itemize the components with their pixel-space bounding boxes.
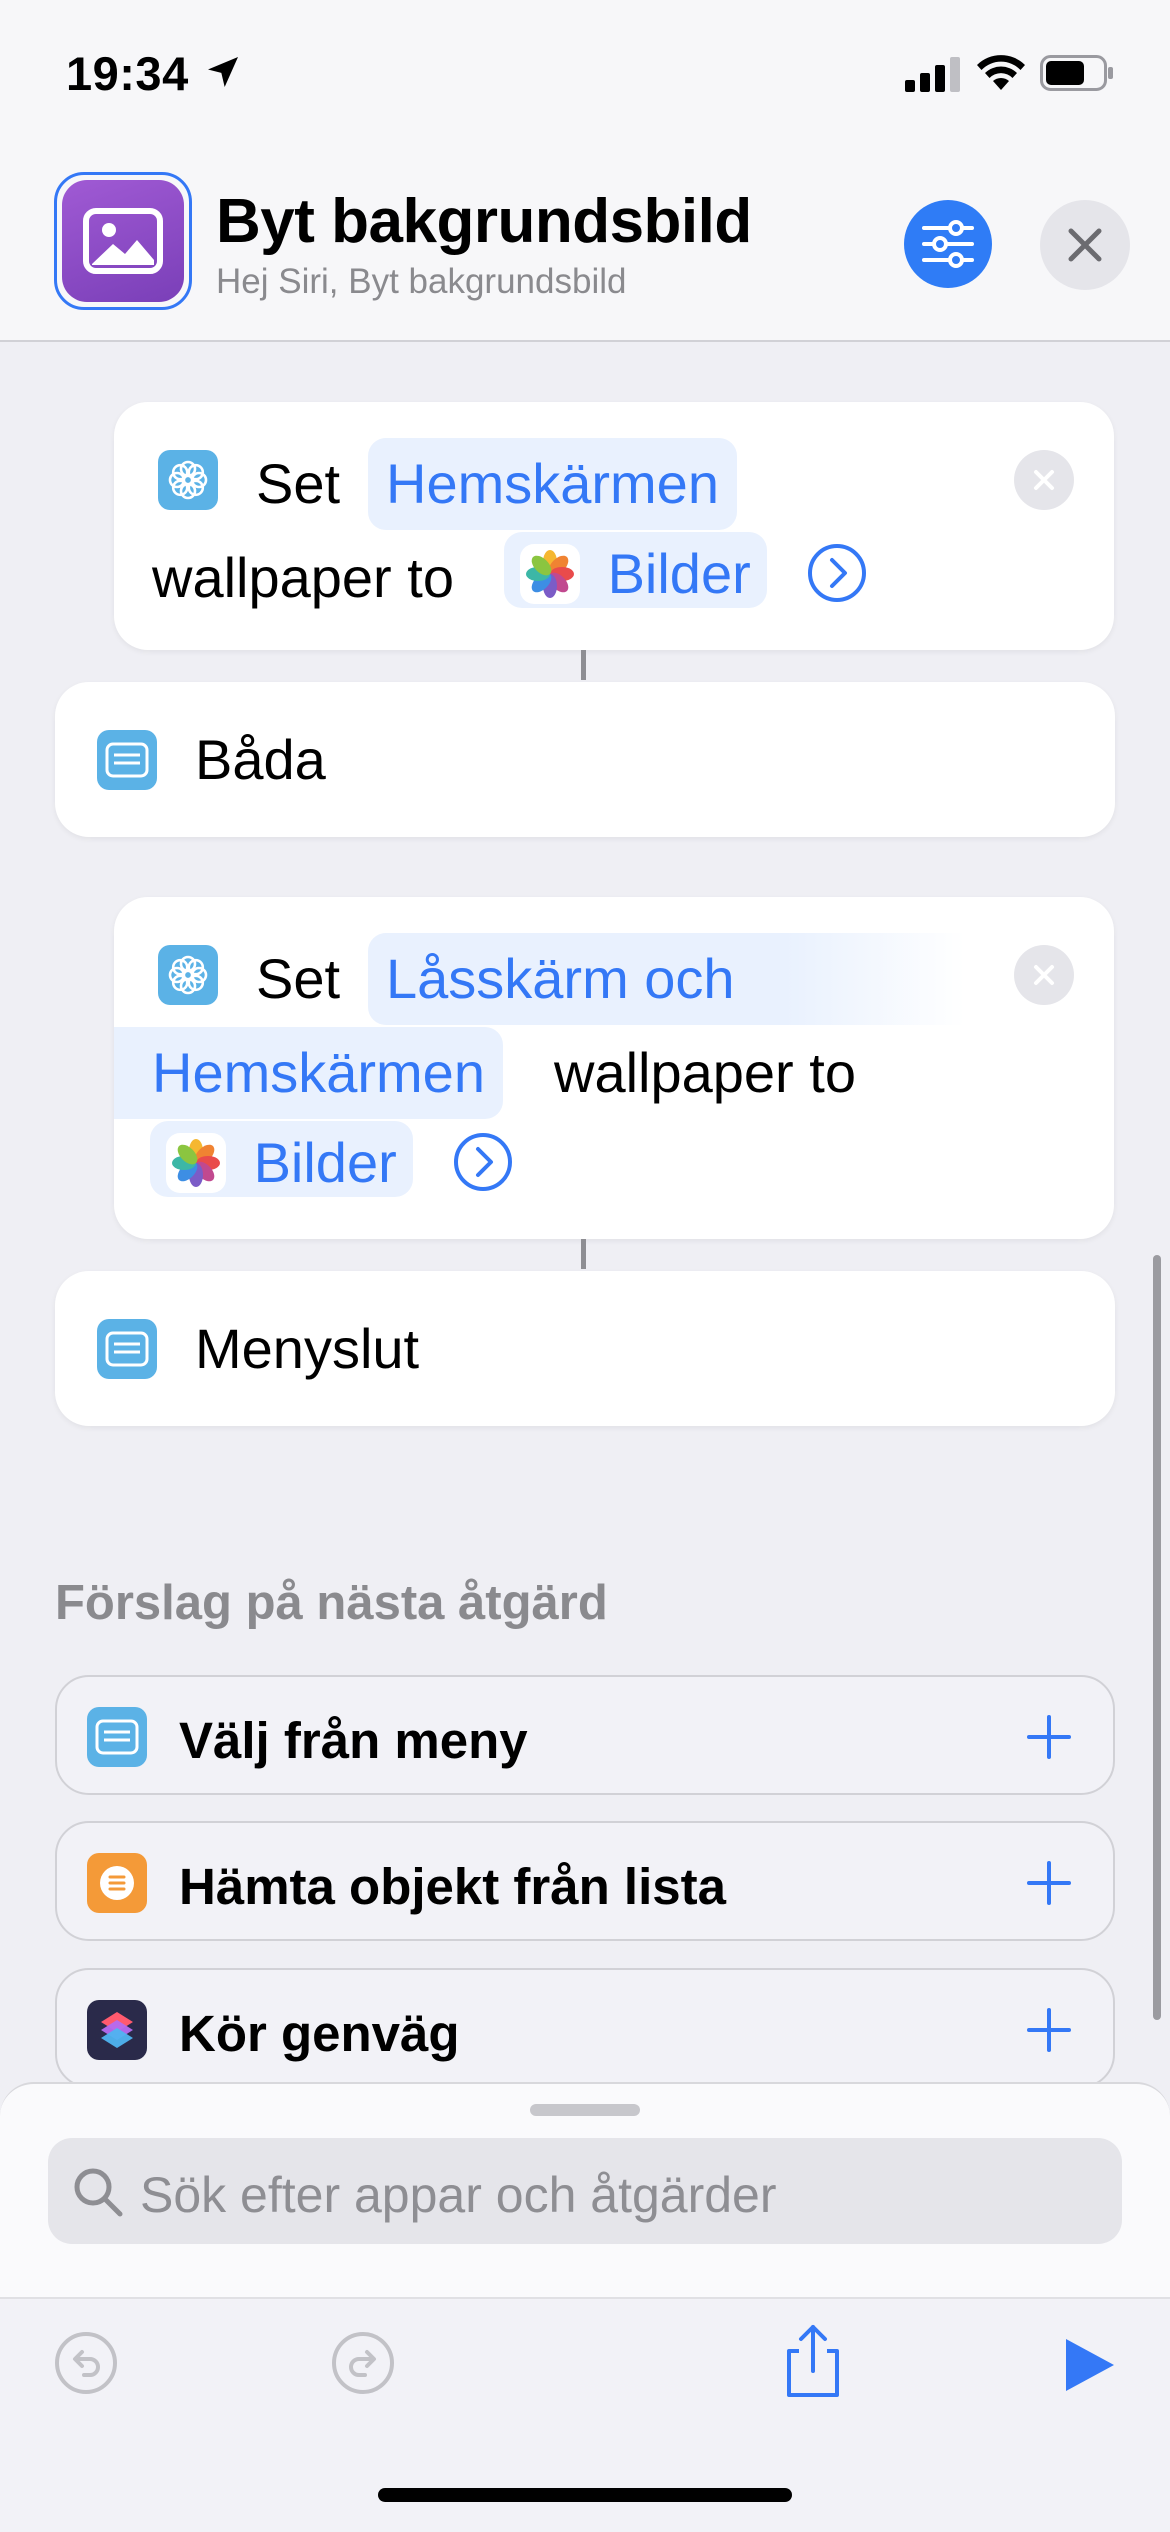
suggestion-label: Välj från meny [179, 1712, 528, 1769]
menu-item-label: Båda [195, 728, 326, 791]
scrollbar[interactable] [1153, 1255, 1161, 2020]
close-icon [1068, 228, 1102, 262]
sheet-grabber[interactable] [530, 2104, 640, 2116]
action-connector [581, 650, 586, 680]
set-wallpaper-action-2[interactable]: Set Låsskärm och Hemskärmen wallpaper to [114, 897, 1114, 1239]
location-value: Hemskärmen [386, 452, 719, 515]
shortcut-icon-button[interactable] [54, 172, 192, 310]
search-icon [74, 2168, 123, 2217]
sliders-icon [922, 220, 974, 268]
chevron-right-circle-icon[interactable] [806, 542, 868, 604]
plus-icon[interactable] [1019, 1707, 1079, 1767]
wallpaper-to-label: wallpaper to [152, 546, 454, 609]
suggestion-get-item-from-list[interactable]: Hämta objekt från lista [55, 1821, 1115, 1941]
status-time: 19:34 [66, 47, 189, 100]
photos-parameter[interactable]: Bilder [150, 1121, 413, 1197]
suggestion-choose-from-menu[interactable]: Välj från meny [55, 1675, 1115, 1795]
action-connector [581, 1239, 586, 1269]
search-placeholder: Sök efter appar och åtgärder [140, 2167, 777, 2223]
suggestion-run-shortcut[interactable]: Kör genväg [55, 1968, 1115, 2088]
redo-icon[interactable] [331, 2331, 395, 2395]
location-parameter[interactable]: Hemskärmen [368, 438, 737, 530]
remove-action-button[interactable] [1014, 450, 1074, 510]
menu-icon [97, 730, 157, 790]
suggestion-label: Kör genväg [179, 2005, 460, 2062]
battery-icon [1040, 55, 1113, 91]
search-input[interactable]: Sök efter appar och åtgärder [48, 2138, 1122, 2244]
close-icon [1034, 965, 1054, 985]
suggestions-heading: Förslag på nästa åtgärd [55, 1576, 608, 1630]
remove-action-button[interactable] [1014, 945, 1074, 1005]
action-search-sheet: Sök efter appar och åtgärder [0, 2082, 1170, 2297]
plus-icon[interactable] [1019, 1853, 1079, 1913]
menu-end[interactable]: Menyslut [55, 1271, 1115, 1426]
settings-button[interactable] [904, 200, 992, 288]
chevron-right-circle-icon[interactable] [452, 1131, 514, 1193]
undo-icon[interactable] [54, 2331, 118, 2395]
wallpaper-to-label: wallpaper to [554, 1041, 856, 1104]
set-label: Set [256, 452, 341, 515]
menu-icon [87, 1707, 147, 1767]
plus-icon[interactable] [1019, 2000, 1079, 2060]
location-value-line2: Hemskärmen [152, 1041, 485, 1104]
photos-parameter[interactable]: Bilder [504, 532, 767, 608]
location-parameter-line2[interactable]: Hemskärmen [114, 1027, 503, 1119]
photos-value: Bilder [607, 542, 751, 606]
menu-end-label: Menyslut [195, 1317, 420, 1380]
close-icon [1034, 470, 1054, 490]
location-value-line1: Låsskärm och [386, 947, 735, 1010]
shortcut-subtitle: Hej Siri, Byt bakgrundsbild [216, 262, 627, 301]
close-button[interactable] [1040, 200, 1130, 290]
wallpaper-flower-icon [158, 945, 218, 1005]
photos-app-icon [166, 1133, 226, 1194]
photos-value: Bilder [253, 1131, 397, 1195]
location-arrow-icon [208, 57, 238, 87]
wallpaper-flower-icon [158, 450, 218, 510]
suggestion-label: Hämta objekt från lista [179, 1858, 726, 1915]
photo-icon [62, 180, 184, 302]
menu-item-bada[interactable]: Båda [55, 682, 1115, 837]
set-wallpaper-action-1[interactable]: Set Hemskärmen wallpaper to Bilder [114, 402, 1114, 650]
set-label: Set [256, 947, 341, 1010]
shortcuts-icon [87, 2000, 147, 2060]
shortcut-title[interactable]: Byt bakgrundsbild [216, 186, 752, 257]
cellular-signal-icon [905, 57, 960, 92]
play-icon[interactable] [1062, 2335, 1118, 2395]
menu-icon [97, 1319, 157, 1379]
home-indicator [378, 2488, 792, 2502]
photos-app-icon [520, 544, 580, 605]
list-icon [87, 1853, 147, 1913]
status-bar: 19:34 [0, 0, 1170, 150]
share-icon[interactable] [781, 2323, 845, 2399]
shortcut-header: Byt bakgrundsbild Hej Siri, Byt bakgrund… [0, 150, 1170, 342]
wifi-icon [977, 55, 1025, 90]
location-parameter-line1[interactable]: Låsskärm och [368, 933, 965, 1025]
